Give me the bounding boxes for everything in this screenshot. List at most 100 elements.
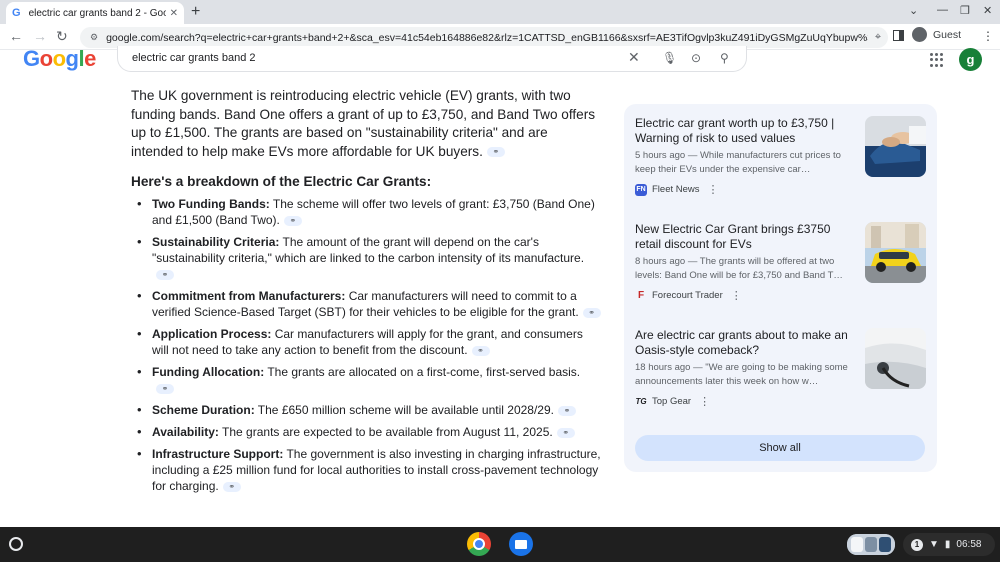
answer-bullet-list: Two Funding Bands: The scheme will offer… <box>131 196 601 494</box>
answer-bullet: Sustainability Criteria: The amount of t… <box>137 234 601 282</box>
news-panel: Electric car grant worth up to £3,750 | … <box>624 104 937 472</box>
news-source[interactable]: TG Top Gear ⋮ <box>635 395 710 408</box>
news-thumbnail-charging-car[interactable] <box>865 328 926 389</box>
more-options-icon[interactable]: ⋮ <box>708 183 719 196</box>
news-card[interactable]: Electric car grant worth up to £3,750 | … <box>635 116 927 212</box>
news-snippet: 18 hours ago — "We are going to be makin… <box>635 362 848 387</box>
battery-icon: ▮ <box>944 539 951 550</box>
answer-intro-text: The UK government is reintroducing elect… <box>131 88 596 159</box>
profile-button[interactable]: Guest <box>912 27 961 42</box>
ai-overview: The UK government is reintroducing elect… <box>131 87 601 500</box>
citation-link-icon[interactable]: ⚭ <box>283 215 302 226</box>
search-query[interactable]: electric car grants band 2 <box>132 52 256 64</box>
back-arrow-icon[interactable]: ← <box>9 28 23 44</box>
menu-icon[interactable]: ⋮ <box>982 29 994 43</box>
close-tab-icon[interactable]: ✕ <box>170 8 178 19</box>
search-icon[interactable]: ⚲ <box>720 51 729 65</box>
minimize-icon[interactable]: — <box>937 4 948 16</box>
news-thumbnail-yellow-car[interactable] <box>865 222 926 283</box>
status-area[interactable]: 1 ▼ ▮ 06:58 <box>903 533 995 556</box>
google-logo[interactable]: Google <box>23 46 96 72</box>
bullet-term: Commitment from Manufacturers: <box>152 289 346 303</box>
system-shelf: 1 ▼ ▮ 06:58 <box>0 527 1000 562</box>
holding-space-thumbnail[interactable] <box>847 534 895 555</box>
news-headline[interactable]: Are electric car grants about to make an… <box>635 328 859 358</box>
more-options-icon[interactable]: ⋮ <box>699 395 710 408</box>
bullet-term: Scheme Duration: <box>152 403 255 417</box>
profile-avatar-icon <box>912 27 927 42</box>
answer-bullet: Two Funding Bands: The scheme will offer… <box>137 196 601 228</box>
more-options-icon[interactable]: ⋮ <box>731 289 742 302</box>
bullet-term: Sustainability Criteria: <box>152 235 280 249</box>
news-card[interactable]: Are electric car grants about to make an… <box>635 328 927 424</box>
google-logo-letter: e <box>84 46 96 71</box>
news-source-name: Fleet News <box>652 184 700 195</box>
forward-arrow-icon[interactable]: → <box>33 28 47 44</box>
news-headline[interactable]: New Electric Car Grant brings £3750 reta… <box>635 222 859 252</box>
microphone-icon[interactable]: 🎙 <box>662 51 677 65</box>
answer-bullet: Application Process: Car manufacturers w… <box>137 326 601 358</box>
news-headline[interactable]: Electric car grant worth up to £3,750 | … <box>635 116 859 146</box>
answer-bullet: Funding Allocation: The grants are alloc… <box>137 364 601 396</box>
reload-icon[interactable]: ↻ <box>56 28 68 45</box>
tab-search-icon[interactable]: ⌄ <box>909 4 918 17</box>
bullet-text: The grants are expected to be available … <box>218 425 553 439</box>
site-info-icon[interactable]: ⚙ <box>90 32 98 43</box>
bullet-term: Funding Allocation: <box>152 365 265 379</box>
forecourt-trader-logo-icon: F <box>637 290 645 301</box>
answer-heading: Here's a breakdown of the Electric Car G… <box>131 174 432 189</box>
top-gear-logo-icon: TG <box>635 397 647 406</box>
close-window-icon[interactable]: ✕ <box>983 4 992 17</box>
profile-label: Guest <box>933 28 962 41</box>
citation-link-icon[interactable]: ⚭ <box>156 383 174 394</box>
clear-search-icon[interactable]: ✕ <box>628 49 640 66</box>
side-panel-icon[interactable] <box>893 30 904 41</box>
chrome-app-icon[interactable] <box>467 532 491 556</box>
fleet-news-logo-icon: FN <box>635 183 647 196</box>
bullet-term: Application Process: <box>152 327 272 341</box>
search-box[interactable]: electric car grants band 2 ✕ 🎙 ⊙ ⚲ <box>117 46 747 72</box>
citation-link-icon[interactable]: ⚭ <box>486 146 505 157</box>
bullet-text: The £650 million scheme will be availabl… <box>254 403 554 417</box>
lens-icon[interactable]: ⊙ <box>691 51 701 65</box>
bullet-term: Infrastructure Support: <box>152 447 284 461</box>
news-source[interactable]: FN Fleet News ⋮ <box>635 183 719 196</box>
google-logo-letter: g <box>65 46 79 71</box>
address-bar[interactable]: ⚙ google.com/search?q=electric+car+grant… <box>80 27 888 48</box>
citation-link-icon[interactable]: ⚭ <box>556 427 575 438</box>
account-avatar[interactable]: g <box>959 48 982 71</box>
show-all-button[interactable]: Show all <box>635 435 925 461</box>
notification-count[interactable]: 1 <box>911 538 923 551</box>
browser-tab[interactable]: G electric car grants band 2 - Goog ✕ <box>6 2 184 24</box>
citation-link-icon[interactable]: ⚭ <box>156 269 174 280</box>
news-card[interactable]: New Electric Car Grant brings £3750 reta… <box>635 222 927 318</box>
citation-link-icon[interactable]: ⚭ <box>557 405 576 416</box>
url-text: google.com/search?q=electric+car+grants+… <box>106 31 868 44</box>
news-thumbnail-handshake[interactable] <box>865 116 926 177</box>
news-snippet: 8 hours ago — The grants will be offered… <box>635 256 843 281</box>
news-source[interactable]: F Forecourt Trader ⋮ <box>635 289 742 302</box>
citation-link-icon[interactable]: ⚭ <box>222 481 241 492</box>
answer-bullet: Availability: The grants are expected to… <box>137 424 601 440</box>
answer-bullet: Commitment from Manufacturers: Car manuf… <box>137 288 601 320</box>
location-icon[interactable]: ⌖ <box>868 31 888 44</box>
answer-intro: The UK government is reintroducing elect… <box>131 87 601 161</box>
google-logo-letter: G <box>23 46 40 71</box>
tab-title: electric car grants band 2 - Goog <box>28 7 166 19</box>
bullet-text: The grants are allocated on a first-come… <box>264 365 581 379</box>
launcher-icon[interactable] <box>9 537 23 551</box>
tab-strip: G electric car grants band 2 - Goog ✕ + … <box>0 0 1000 24</box>
news-source-name: Forecourt Trader <box>652 290 723 301</box>
clock-time: 06:58 <box>956 539 982 550</box>
files-app-icon[interactable] <box>509 532 533 556</box>
google-apps-icon[interactable] <box>930 53 944 67</box>
citation-link-icon[interactable]: ⚭ <box>582 307 601 318</box>
answer-bullet: Infrastructure Support: The government i… <box>137 446 601 494</box>
bullet-term: Two Funding Bands: <box>152 197 270 211</box>
restore-icon[interactable]: ❐ <box>960 4 970 17</box>
google-favicon-icon: G <box>12 7 21 19</box>
citation-link-icon[interactable]: ⚭ <box>471 345 490 356</box>
wifi-icon: ▼ <box>929 539 939 550</box>
news-snippet: 5 hours ago — While manufacturers cut pr… <box>635 150 841 175</box>
new-tab-icon[interactable]: + <box>191 3 200 21</box>
